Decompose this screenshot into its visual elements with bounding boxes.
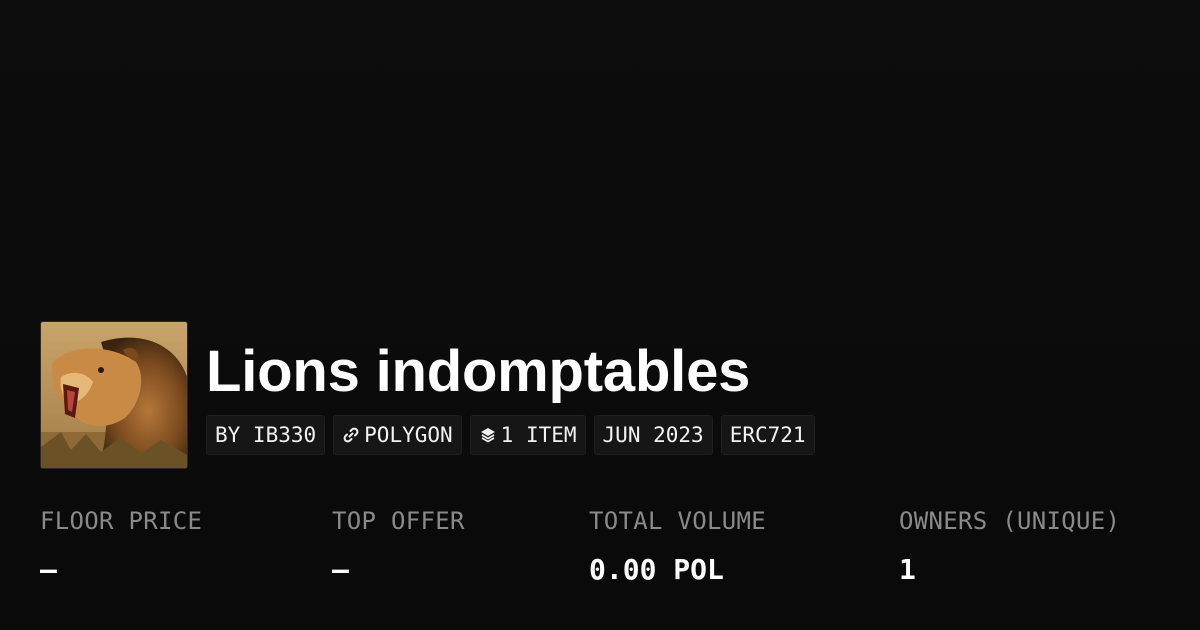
floor-price-stat: FLOOR PRICE – <box>40 500 202 598</box>
date-tag: JUN 2023 <box>593 415 713 455</box>
chain-label: POLYGON <box>364 423 453 447</box>
creator-label: BY IB330 <box>215 423 317 447</box>
collection-tags: BY IB330 POLYGON 1 ITEM JUN 2023 ERC721 <box>206 415 815 455</box>
collection-stats: FLOOR PRICE – TOP OFFER – TOTAL VOLUME 0… <box>0 500 1200 600</box>
standard-label: ERC721 <box>729 423 806 447</box>
top-offer-value: – <box>332 553 349 586</box>
top-offer-stat: TOP OFFER – <box>332 500 465 598</box>
date-label: JUN 2023 <box>602 423 704 447</box>
chain-tag[interactable]: POLYGON <box>333 415 462 455</box>
link-icon <box>342 426 360 444</box>
collection-card: Lions indomptables BY IB330 POLYGON 1 IT… <box>0 0 1200 630</box>
owners-stat: OWNERS (UNIQUE) 1 <box>899 500 1120 598</box>
owners-label: OWNERS (UNIQUE) <box>899 507 1121 535</box>
floor-price-value: – <box>40 553 57 586</box>
creator-tag[interactable]: BY IB330 <box>206 415 326 455</box>
standard-tag: ERC721 <box>720 415 815 455</box>
lion-image <box>41 322 187 468</box>
collection-title: Lions indomptables <box>206 339 751 404</box>
owners-value: 1 <box>899 553 916 586</box>
items-label: 1 ITEM <box>500 423 577 447</box>
total-volume-label: TOTAL VOLUME <box>589 507 766 535</box>
layers-icon <box>479 426 497 444</box>
total-volume-value: 0.00 POL <box>589 553 724 586</box>
items-tag[interactable]: 1 ITEM <box>469 415 586 455</box>
floor-price-label: FLOOR PRICE <box>40 507 203 535</box>
top-offer-label: TOP OFFER <box>332 507 465 535</box>
total-volume-stat: TOTAL VOLUME 0.00 POL <box>589 500 766 598</box>
collection-avatar[interactable] <box>40 321 188 469</box>
